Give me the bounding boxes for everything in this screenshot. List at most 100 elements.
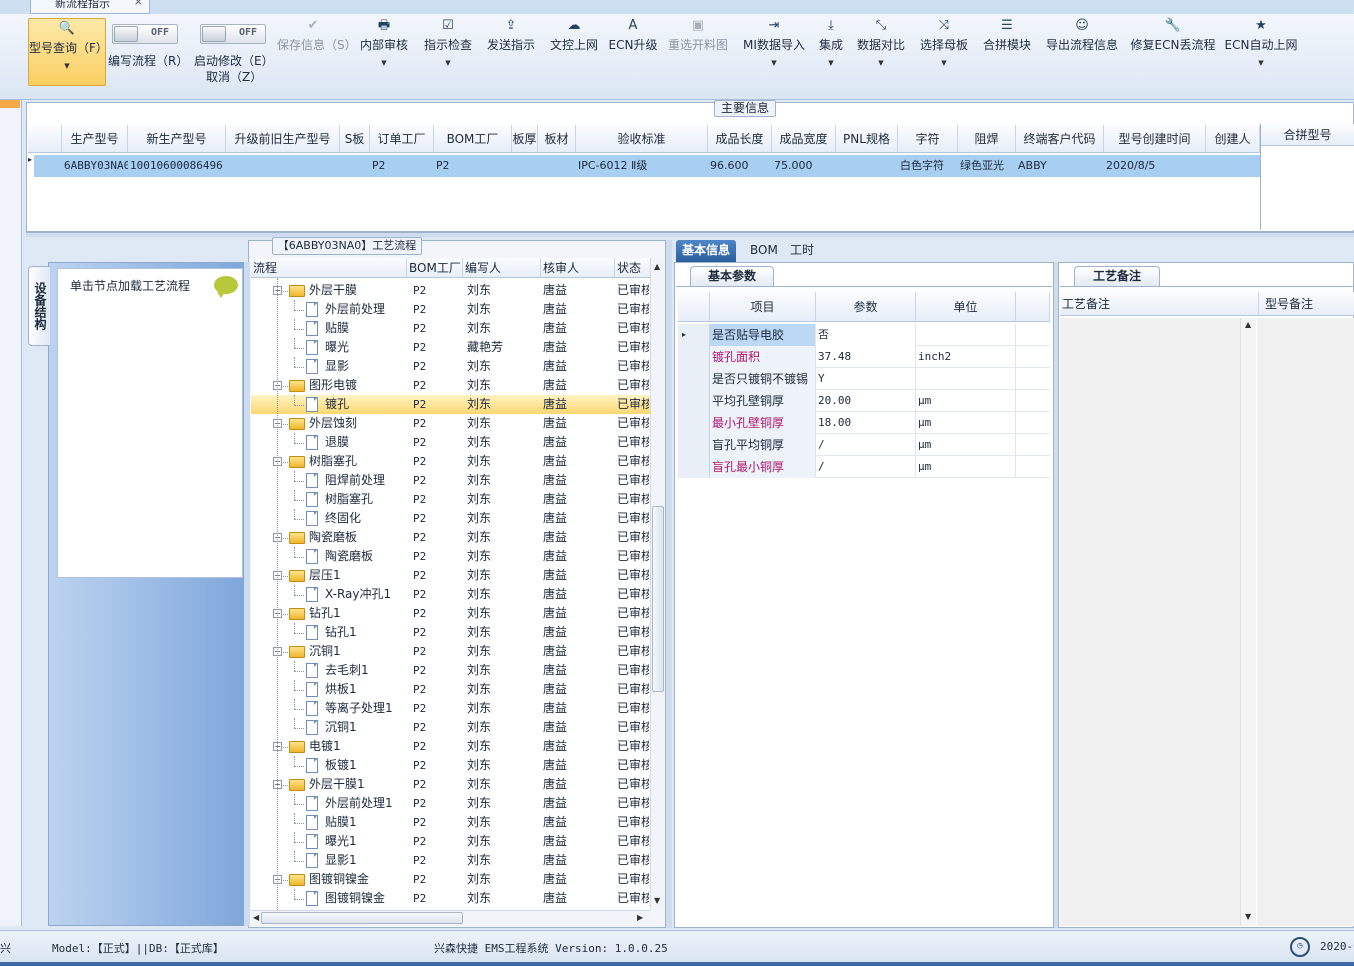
chevron-down-icon[interactable]: ▼	[420, 59, 476, 67]
process-tree-row[interactable]: − 外层蚀刻 P2 刘东 唐益 已审核	[251, 414, 651, 433]
ribbon-button-12[interactable]: ☺ 导出流程信息	[1042, 16, 1122, 96]
param-column-header[interactable]: 项目	[710, 292, 816, 322]
main-grid-cell[interactable]: IPC-6012 Ⅱ级	[578, 155, 708, 177]
process-tree-row[interactable]: − 外层干膜 P2 刘东 唐益 已审核	[251, 281, 651, 300]
process-tree-row[interactable]: 板镀1 P2 刘东 唐益 已审核	[251, 756, 651, 775]
document-tab[interactable]: 新流程指示 ×	[30, 0, 150, 14]
main-grid-cell[interactable]: 绿色亚光	[960, 155, 1016, 177]
info-tab-1[interactable]: BOM	[744, 240, 784, 262]
chevron-down-icon[interactable]: ▼	[854, 59, 908, 67]
process-tree-row[interactable]: 外层前处理 P2 刘东 唐益 已审核	[251, 300, 651, 319]
ribbon-button-9[interactable]: ⤡ 数据对比 ▼	[854, 16, 908, 96]
model-query-button[interactable]: 🔍 型号查询（F） ▼	[28, 18, 108, 86]
basic-params-tab[interactable]: 基本参数	[690, 266, 774, 286]
ribbon-button-1[interactable]: 🖶 内部审核 ▼	[358, 16, 410, 96]
process-tree-row[interactable]: 树脂塞孔 P2 刘东 唐益 已审核	[251, 490, 651, 509]
process-tree-row[interactable]: − 沉铜1 P2 刘东 唐益 已审核	[251, 642, 651, 661]
main-grid-column-header[interactable]: 订单工厂	[370, 125, 434, 153]
process-tree-row[interactable]: 阻焊前处理 P2 刘东 唐益 已审核	[251, 471, 651, 490]
main-grid-column-header[interactable]: 验收标准	[576, 125, 708, 153]
param-column-header[interactable]: 单位	[916, 292, 1016, 322]
vertical-splitter-left[interactable]	[244, 262, 250, 926]
process-tree-row[interactable]: 沉铜1 P2 刘东 唐益 已审核	[251, 718, 651, 737]
param-value[interactable]: Y	[816, 368, 916, 390]
param-value[interactable]: /	[816, 456, 916, 478]
main-grid-cell[interactable]: 10010600086496	[130, 155, 226, 177]
process-tree-row[interactable]: 陶瓷磨板 P2 刘东 唐益 已审核	[251, 547, 651, 566]
main-grid-cell[interactable]: ABBY	[1018, 155, 1104, 177]
process-vertical-scrollbar[interactable]: ▲ ▼	[650, 260, 664, 910]
scroll-down-icon[interactable]: ▼	[654, 896, 660, 905]
ribbon-button-8[interactable]: ⤓ 集成 ▼	[812, 16, 850, 96]
model-remark-textarea[interactable]	[1257, 318, 1354, 926]
info-tab-2[interactable]: 工时	[784, 240, 820, 262]
main-grid-cell[interactable]: P2	[372, 155, 434, 177]
chevron-down-icon[interactable]: ▼	[916, 59, 972, 67]
process-tree-row[interactable]: 烘板1 P2 刘东 唐益 已审核	[251, 680, 651, 699]
main-grid-column-header[interactable]: PNL规格	[836, 125, 898, 153]
scroll-right-icon[interactable]: ▶	[637, 913, 643, 922]
main-grid-column-header[interactable]: 成品长度	[708, 125, 772, 153]
param-row[interactable]: 盲孔最小铜厚 / μm	[678, 456, 1050, 478]
process-tree-row[interactable]: 去毛刺1 P2 刘东 唐益 已审核	[251, 661, 651, 680]
horizontal-splitter[interactable]	[26, 232, 1354, 237]
main-grid-column-header[interactable]: 新生产型号	[128, 125, 226, 153]
process-tree-row[interactable]: − 层压1 P2 刘东 唐益 已审核	[251, 566, 651, 585]
process-remarks-tab[interactable]: 工艺备注	[1074, 266, 1160, 286]
process-tree-row[interactable]: 钻孔1 P2 刘东 唐益 已审核	[251, 623, 651, 642]
param-row[interactable]: 最小孔壁铜厚 18.00 μm	[678, 412, 1050, 434]
main-grid-cell[interactable]	[228, 155, 340, 177]
remarks-scrollbar[interactable]: ▲ ▼	[1240, 318, 1256, 926]
ribbon-button-11[interactable]: ☰ 合拼模块	[980, 16, 1034, 96]
process-tree-row[interactable]: − 钻孔1 P2 刘东 唐益 已审核	[251, 604, 651, 623]
scroll-up-icon[interactable]: ▲	[654, 262, 660, 271]
close-tab-icon[interactable]: ×	[134, 0, 143, 7]
process-tree-row[interactable]: 显影1 P2 刘东 唐益 已审核	[251, 851, 651, 870]
param-row[interactable]: 是否只镀铜不镀锡 Y	[678, 368, 1050, 390]
process-tree-row[interactable]: − 图镀铜镍金 P2 刘东 唐益 已审核	[251, 870, 651, 889]
main-grid-column-header[interactable]: 型号创建时间	[1104, 125, 1206, 153]
param-row[interactable]: 镀孔面积 37.48 inch2	[678, 346, 1050, 368]
process-tree-row[interactable]: − 图形电镀 P2 刘东 唐益 已审核	[251, 376, 651, 395]
main-grid-column-header[interactable]: 升级前旧生产型号	[226, 125, 340, 153]
main-grid-column-header[interactable]: S板	[340, 125, 370, 153]
param-value[interactable]: 37.48	[816, 346, 916, 368]
process-tree-row[interactable]: X-Ray冲孔1 P2 刘东 唐益 已审核	[251, 585, 651, 604]
ribbon-button-5[interactable]: A ECN升级	[606, 16, 660, 96]
process-remark-textarea[interactable]	[1060, 318, 1256, 926]
param-value[interactable]: 20.00	[816, 390, 916, 412]
scroll-thumb[interactable]	[261, 912, 463, 924]
main-grid-column-header[interactable]: 成品宽度	[772, 125, 836, 153]
device-structure-tree[interactable]: 单击节点加载工艺流程	[57, 268, 243, 578]
process-tree-row[interactable]: − 电镀1 P2 刘东 唐益 已审核	[251, 737, 651, 756]
ribbon-button-6[interactable]: ▣ 重选开料图	[666, 16, 730, 96]
process-tree-row[interactable]: − 外层干膜1 P2 刘东 唐益 已审核	[251, 775, 651, 794]
chevron-down-icon[interactable]: ▼	[740, 59, 808, 67]
param-row[interactable]: ▸ 是否贴导电胶否	[678, 324, 1050, 346]
process-tree-row[interactable]: 外层前处理1 P2 刘东 唐益 已审核	[251, 794, 651, 813]
ribbon-button-0[interactable]: ✔ 保存信息（S）	[277, 16, 357, 96]
chevron-down-icon[interactable]: ▼	[812, 59, 850, 67]
process-tree-row[interactable]: 图镀铜镍金 P2 刘东 唐益 已审核	[251, 889, 651, 908]
chevron-down-icon[interactable]: ▼	[1222, 59, 1300, 67]
main-grid-cell[interactable]: 白色字符	[900, 155, 958, 177]
param-value[interactable]: /	[816, 434, 916, 456]
edit-flow-toggle[interactable]: OFF	[112, 24, 178, 44]
cancel-label[interactable]: 取消（Z）	[206, 68, 262, 85]
process-column-header[interactable]: 核审人	[541, 258, 615, 278]
scroll-down-icon[interactable]: ▼	[1245, 912, 1251, 921]
param-row[interactable]: 平均孔壁铜厚 20.00 μm	[678, 390, 1050, 412]
process-tree-row[interactable]: 等离子处理1 P2 刘东 唐益 已审核	[251, 699, 651, 718]
process-tree-row[interactable]: − 树脂塞孔 P2 刘东 唐益 已审核	[251, 452, 651, 471]
process-horizontal-scrollbar[interactable]: ◀ ▶	[251, 910, 650, 925]
main-grid-cell[interactable]: 2020/8/5	[1106, 155, 1206, 177]
process-column-header[interactable]: BOM工厂	[407, 258, 463, 278]
process-tree-row[interactable]: 曝光1 P2 刘东 唐益 已审核	[251, 832, 651, 851]
main-grid-column-header[interactable]: 板材	[538, 125, 576, 153]
param-column-header[interactable]: 参数	[816, 292, 916, 322]
process-tree-row[interactable]: 镀孔 P2 刘东 唐益 已审核	[251, 395, 651, 414]
ribbon-button-2[interactable]: ☑ 指示检查 ▼	[420, 16, 476, 96]
main-grid-column-header[interactable]: BOM工厂	[434, 125, 512, 153]
main-grid-cell[interactable]	[514, 155, 538, 177]
process-tree-row[interactable]: 显影 P2 刘东 唐益 已审核	[251, 357, 651, 376]
